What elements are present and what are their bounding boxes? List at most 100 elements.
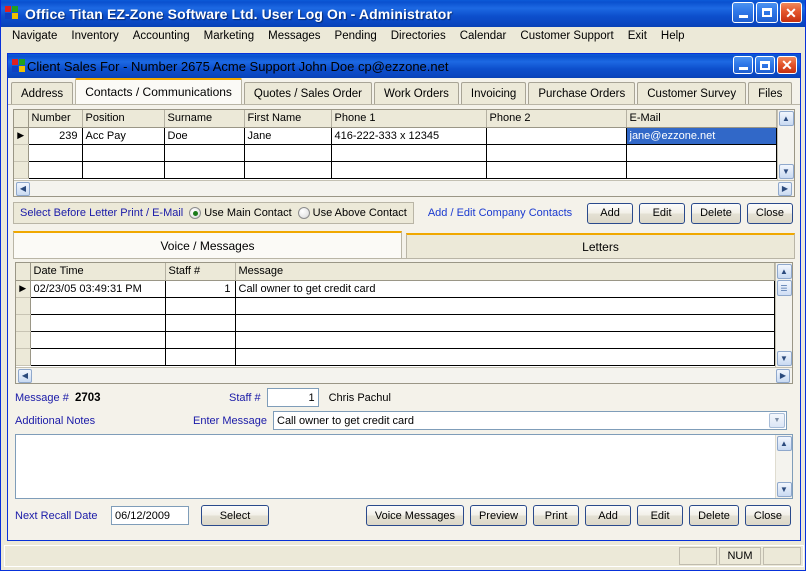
- maximize-button[interactable]: [756, 2, 778, 23]
- cell-message[interactable]: [235, 331, 775, 349]
- cell-message[interactable]: [235, 297, 775, 315]
- messages-grid-hscrollbar[interactable]: ◀ ▶: [16, 367, 792, 383]
- table-row[interactable]: [16, 314, 775, 332]
- cell-email[interactable]: [626, 144, 777, 162]
- radio-use-main-contact[interactable]: Use Main Contact: [189, 207, 292, 219]
- minimize-button[interactable]: [732, 2, 754, 23]
- messages-grid-vscrollbar[interactable]: ▲ ☰ ▼: [775, 263, 792, 367]
- menu-messages[interactable]: Messages: [261, 29, 327, 44]
- cell-phone2[interactable]: [486, 161, 627, 179]
- additional-notes-textarea[interactable]: ▲ ▼: [15, 434, 793, 499]
- preview-button[interactable]: Preview: [469, 505, 528, 526]
- cell-first-name[interactable]: Jane: [244, 127, 332, 145]
- close-button[interactable]: ✕: [780, 2, 802, 23]
- scroll-track[interactable]: [779, 127, 794, 163]
- child-minimize-button[interactable]: [733, 56, 753, 74]
- column-header-phone1[interactable]: Phone 1: [331, 110, 487, 128]
- cell-date-time[interactable]: [30, 348, 166, 366]
- tab-address[interactable]: Address: [11, 82, 74, 104]
- scroll-up-icon[interactable]: ▲: [778, 111, 794, 126]
- contacts-add-button[interactable]: Add: [587, 202, 634, 224]
- next-recall-date-input[interactable]: 06/12/2009: [111, 506, 189, 525]
- contacts-grid-vscrollbar[interactable]: ▲ ▼: [777, 110, 794, 180]
- menu-calendar[interactable]: Calendar: [453, 29, 514, 44]
- additional-notes-value[interactable]: [16, 435, 775, 498]
- table-row[interactable]: ▶ 02/23/05 03:49:31 PM 1 Call owner to g…: [16, 280, 775, 298]
- menu-inventory[interactable]: Inventory: [64, 29, 125, 44]
- child-maximize-button[interactable]: [755, 56, 775, 74]
- scroll-down-icon[interactable]: ▼: [776, 482, 792, 497]
- scroll-left-icon[interactable]: ◀: [16, 181, 30, 196]
- contacts-edit-button[interactable]: Edit: [639, 202, 686, 224]
- column-header-first-name[interactable]: First Name: [244, 110, 332, 128]
- cell-date-time[interactable]: [30, 331, 166, 349]
- column-header-message[interactable]: Message: [235, 263, 775, 281]
- tab-files[interactable]: Files: [748, 82, 793, 104]
- cell-date-time[interactable]: [30, 297, 166, 315]
- cell-number[interactable]: 239: [28, 127, 83, 145]
- column-header-date-time[interactable]: Date Time: [30, 263, 166, 281]
- print-button[interactable]: Print: [533, 505, 580, 526]
- cell-number[interactable]: [28, 144, 83, 162]
- cell-staff[interactable]: [165, 348, 236, 366]
- cell-staff[interactable]: [165, 297, 236, 315]
- enter-message-combobox[interactable]: Call owner to get credit card ▼: [273, 411, 787, 430]
- message-close-button[interactable]: Close: [744, 505, 791, 526]
- cell-number[interactable]: [28, 161, 83, 179]
- cell-first-name[interactable]: [244, 161, 332, 179]
- cell-message[interactable]: Call owner to get credit card: [235, 280, 775, 298]
- tab-voice-messages[interactable]: Voice / Messages: [13, 231, 402, 258]
- child-close-button[interactable]: ✕: [777, 56, 797, 74]
- cell-phone2[interactable]: [486, 144, 627, 162]
- table-row[interactable]: [14, 144, 777, 162]
- scroll-down-icon[interactable]: ▼: [776, 351, 792, 366]
- column-header-phone2[interactable]: Phone 2: [486, 110, 627, 128]
- chevron-down-icon[interactable]: ▼: [769, 413, 785, 428]
- menu-pending[interactable]: Pending: [328, 29, 384, 44]
- table-row[interactable]: [14, 161, 777, 179]
- table-row[interactable]: [16, 331, 775, 349]
- cell-surname[interactable]: [164, 144, 245, 162]
- cell-date-time[interactable]: [30, 314, 166, 332]
- contacts-close-button[interactable]: Close: [746, 202, 793, 224]
- scroll-track[interactable]: [777, 452, 792, 481]
- menu-accounting[interactable]: Accounting: [126, 29, 197, 44]
- add-edit-company-contacts-link[interactable]: Add / Edit Company Contacts: [428, 207, 572, 219]
- select-date-button[interactable]: Select: [201, 505, 269, 526]
- menu-navigate[interactable]: Navigate: [5, 29, 64, 44]
- scroll-thumb[interactable]: ☰: [776, 280, 792, 296]
- table-row[interactable]: ▶ 239 Acc Pay Doe Jane 416-222-333 x 123…: [14, 127, 777, 145]
- cell-staff[interactable]: [165, 314, 236, 332]
- column-header-position[interactable]: Position: [82, 110, 165, 128]
- cell-phone1[interactable]: [331, 144, 487, 162]
- scroll-up-icon[interactable]: ▲: [776, 436, 792, 451]
- staff-number-input[interactable]: 1: [266, 388, 319, 407]
- scroll-track[interactable]: [777, 296, 792, 350]
- radio-use-above-contact[interactable]: Use Above Contact: [297, 207, 407, 219]
- column-header-staff[interactable]: Staff #: [165, 263, 236, 281]
- menu-help[interactable]: Help: [654, 29, 692, 44]
- tab-customer-survey[interactable]: Customer Survey: [637, 82, 747, 104]
- scroll-up-icon[interactable]: ▲: [776, 264, 792, 279]
- scroll-right-icon[interactable]: ▶: [778, 181, 792, 196]
- cell-phone1[interactable]: [331, 161, 487, 179]
- cell-phone1[interactable]: 416-222-333 x 12345: [331, 127, 487, 145]
- cell-email[interactable]: jane@ezzone.net: [626, 127, 777, 145]
- message-delete-button[interactable]: Delete: [689, 505, 739, 526]
- cell-message[interactable]: [235, 348, 775, 366]
- cell-surname[interactable]: Doe: [164, 127, 245, 145]
- tab-invoicing[interactable]: Invoicing: [460, 82, 527, 104]
- cell-phone2[interactable]: [486, 127, 627, 145]
- column-header-surname[interactable]: Surname: [164, 110, 245, 128]
- menu-marketing[interactable]: Marketing: [197, 29, 262, 44]
- scroll-down-icon[interactable]: ▼: [778, 164, 794, 179]
- cell-email[interactable]: [626, 161, 777, 179]
- tab-purchase-orders[interactable]: Purchase Orders: [528, 82, 636, 104]
- cell-staff[interactable]: 1: [165, 280, 236, 298]
- scroll-right-icon[interactable]: ▶: [776, 368, 790, 383]
- voice-messages-button[interactable]: Voice Messages: [365, 505, 464, 526]
- notes-vscrollbar[interactable]: ▲ ▼: [775, 435, 792, 498]
- cell-position[interactable]: [82, 144, 165, 162]
- menu-exit[interactable]: Exit: [621, 29, 654, 44]
- menu-directories[interactable]: Directories: [384, 29, 453, 44]
